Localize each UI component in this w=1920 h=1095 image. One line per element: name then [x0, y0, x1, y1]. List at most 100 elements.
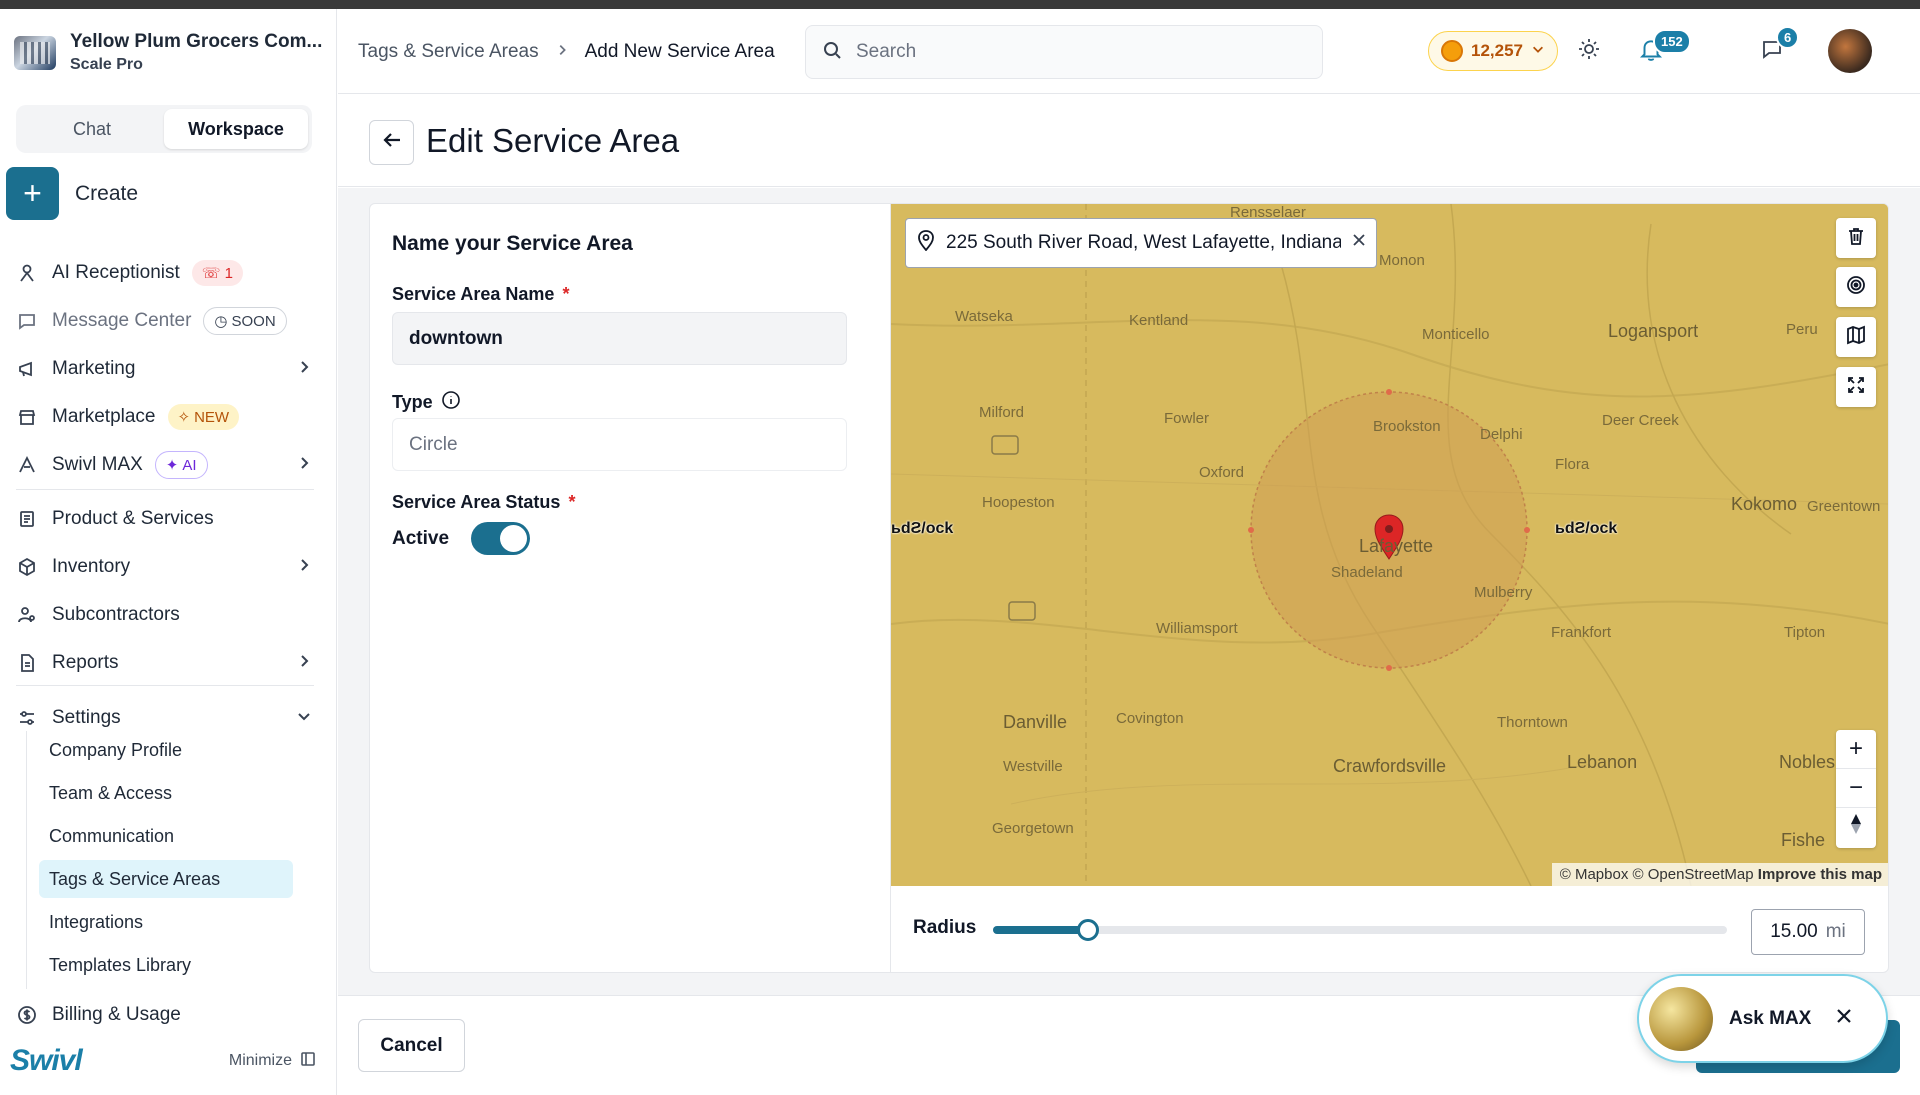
chevron-down-icon: [1531, 41, 1545, 61]
settings-item-communication[interactable]: Communication: [39, 817, 293, 855]
company-switcher[interactable]: Yellow Plum Grocers Com... Scale Pro: [14, 31, 322, 74]
chevron-right-icon: [296, 455, 312, 477]
map-town-label: Monon: [1379, 252, 1425, 269]
window-top-strip: [0, 0, 1920, 9]
zoom-out-button[interactable]: −: [1836, 769, 1876, 808]
settings-item-company-profile[interactable]: Company Profile: [39, 731, 293, 769]
target-icon: [1846, 275, 1866, 300]
fullscreen-button[interactable]: [1836, 367, 1876, 407]
settings-subnav: Company Profile Team & Access Communicat…: [26, 731, 296, 989]
sidebar-item-label: Marketing: [52, 358, 136, 379]
ask-max-label: Ask MAX: [1729, 1007, 1812, 1029]
expand-icon: [1846, 375, 1866, 400]
radius-input[interactable]: 15.00 mi: [1751, 909, 1865, 955]
map-town-label: Fowler: [1164, 410, 1210, 427]
map-town-label: Covington: [1116, 710, 1184, 727]
map-town-label: Crawfordsville: [1333, 756, 1447, 776]
sidebar-item-reports[interactable]: Reports: [16, 645, 316, 681]
create-label: Create: [75, 181, 139, 205]
delete-shape-button[interactable]: [1836, 218, 1876, 258]
address-search[interactable]: 225 South River Road, West Lafayette, In…: [905, 218, 1377, 268]
radius-slider[interactable]: [993, 919, 1727, 941]
form-heading: Name your Service Area: [392, 232, 633, 255]
settings-item-templates-library[interactable]: Templates Library: [39, 946, 293, 984]
settings-item-team-access[interactable]: Team & Access: [39, 774, 293, 812]
sidebar-toggle-icon: [300, 1051, 316, 1072]
company-name: Yellow Plum Grocers Com...: [70, 31, 323, 52]
locate-button[interactable]: [1836, 267, 1876, 307]
settings-sliders-icon: [16, 707, 38, 729]
minimize-button[interactable]: Minimize: [229, 1051, 316, 1072]
search-input[interactable]: [856, 41, 1276, 63]
map-town-label: Nobles: [1779, 752, 1836, 772]
coin-icon: [1441, 40, 1463, 62]
sidebar-item-ai-receptionist[interactable]: AI Receptionist ☏ 1: [16, 255, 316, 291]
sidebar-item-marketplace[interactable]: Marketplace ✧ NEW: [16, 399, 316, 435]
compass-button[interactable]: [1836, 808, 1876, 847]
points-dropdown[interactable]: 12,257: [1428, 31, 1558, 71]
service-area-form: Name your Service Area Service Area Name…: [370, 204, 891, 972]
map-town-label: Monticello: [1422, 326, 1490, 343]
create-button[interactable]: + Create: [6, 167, 138, 220]
ask-max-widget[interactable]: Ask MAX: [1637, 974, 1888, 1063]
sidebar-item-marketing[interactable]: Marketing: [16, 351, 316, 387]
chevron-right-icon: [296, 557, 312, 579]
breadcrumb-tags-service-areas[interactable]: Tags & Service Areas: [358, 41, 539, 63]
map-town-label: Westville: [1003, 758, 1063, 775]
notifications-count: 152: [1653, 29, 1691, 54]
info-icon[interactable]: [441, 390, 461, 415]
sidebar-item-billing[interactable]: Billing & Usage: [16, 997, 316, 1033]
map-town-label: Greentown: [1807, 498, 1881, 515]
sidebar-divider: [16, 685, 314, 686]
address-value: 225 South River Road, West Lafayette, In…: [946, 232, 1341, 253]
map-town-label: Logansport: [1608, 321, 1699, 341]
chevron-right-icon: [555, 41, 569, 63]
sparkle-icon: ✦: [165, 457, 179, 474]
sidebar-item-product-services[interactable]: Product & Services: [16, 501, 316, 537]
settings-item-tags-service-areas[interactable]: Tags & Service Areas: [39, 860, 293, 898]
close-icon[interactable]: [1835, 1007, 1853, 1030]
points-value: 12,257: [1471, 41, 1523, 60]
minimize-label: Minimize: [228, 1052, 292, 1069]
radius-control: Radius 15.00 mi: [891, 886, 1888, 972]
service-area-name-input[interactable]: downtown: [392, 312, 847, 365]
sun-icon[interactable]: [1577, 37, 1601, 66]
call-count-badge: ☏ 1: [191, 260, 243, 286]
status-toggle[interactable]: [471, 522, 531, 555]
map-style-button[interactable]: [1836, 317, 1876, 357]
service-area-card: Name your Service Area Service Area Name…: [369, 203, 1889, 973]
sidebar-item-inventory[interactable]: Inventory: [16, 549, 316, 585]
radius-label: Radius: [913, 917, 977, 938]
tab-chat[interactable]: Chat: [20, 109, 164, 149]
zoom-in-button[interactable]: +: [1836, 730, 1876, 769]
required-mark: *: [562, 284, 570, 304]
back-button[interactable]: [369, 120, 414, 165]
page-titlebar: Edit Service Area: [338, 94, 1920, 187]
avatar[interactable]: [1828, 29, 1872, 73]
settings-item-integrations[interactable]: Integrations: [39, 903, 293, 941]
cancel-button[interactable]: Cancel: [358, 1019, 465, 1072]
sparkle-icon: ✧: [177, 409, 191, 426]
sidebar-item-subcontractors[interactable]: Subcontractors: [16, 597, 316, 633]
map-view[interactable]: Rensselaer Monon Watseka Kentland Montic…: [891, 204, 1888, 886]
required-mark: *: [568, 492, 576, 512]
breadcrumb: Tags & Service Areas Add New Service Are…: [358, 41, 775, 63]
search-icon: [822, 40, 842, 65]
name-label-text: Service Area Name: [392, 284, 555, 304]
sidebar-item-label: Inventory: [52, 556, 131, 577]
breadcrumb-current: Add New Service Area: [584, 41, 775, 62]
improve-map-link[interactable]: Improve this map: [1758, 866, 1882, 883]
company-logo: [14, 35, 56, 70]
sidebar-item-message-center[interactable]: Message Center ◷ SOON: [16, 303, 316, 339]
tab-workspace[interactable]: Workspace: [164, 109, 308, 149]
swivl-logo: Swivl: [10, 1044, 83, 1077]
clear-address-icon[interactable]: [1351, 232, 1367, 254]
chevron-down-icon: [296, 708, 312, 730]
sidebar-item-swivl-max[interactable]: Swivl MAX ✦ AI: [16, 447, 316, 483]
zoom-controls: + −: [1836, 730, 1876, 848]
map-town-label: Williamsport: [1156, 620, 1238, 637]
sidebar-item-label: AI Receptionist: [52, 262, 180, 283]
status-label-text: Service Area Status: [392, 492, 561, 512]
radius-slider-handle[interactable]: [1077, 919, 1099, 941]
map-town-label: Georgetown: [992, 820, 1074, 837]
